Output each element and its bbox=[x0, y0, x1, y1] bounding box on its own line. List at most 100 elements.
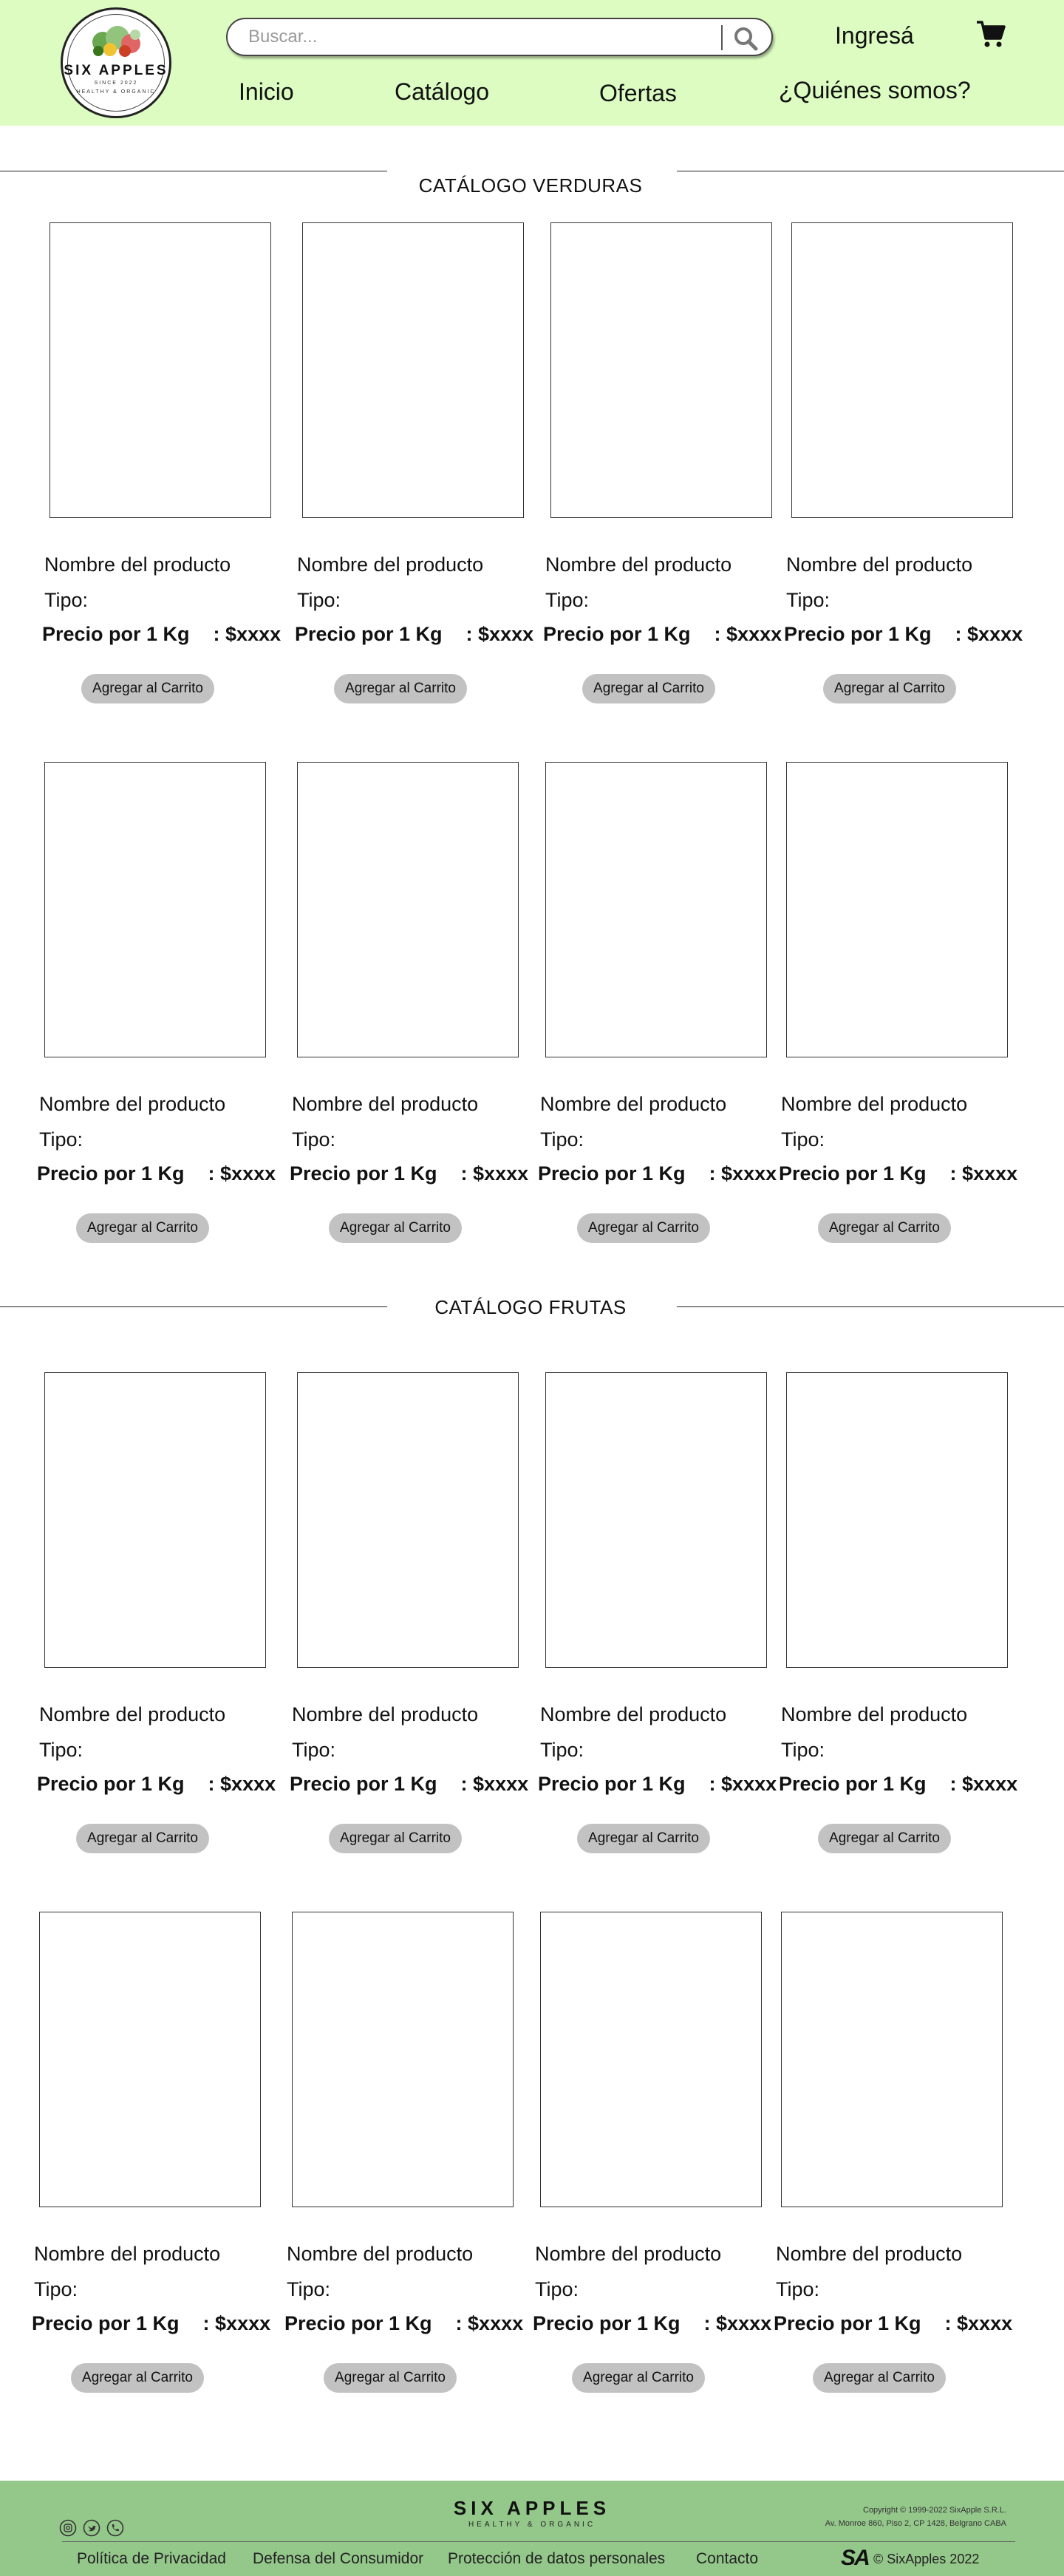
product-price: Precio por 1 Kg: $xxxx bbox=[295, 623, 533, 646]
product-name[interactable]: Nombre del producto bbox=[776, 2243, 962, 2266]
nav-inicio[interactable]: Inicio bbox=[239, 78, 294, 106]
product-price: Precio por 1 Kg: $xxxx bbox=[779, 1162, 1017, 1185]
product-name[interactable]: Nombre del producto bbox=[781, 1093, 967, 1116]
product-name[interactable]: Nombre del producto bbox=[786, 553, 972, 576]
product-name[interactable]: Nombre del producto bbox=[540, 1703, 726, 1726]
price-value: : $xxxx bbox=[460, 1162, 529, 1185]
product-price: Precio por 1 Kg: $xxxx bbox=[42, 623, 281, 646]
add-to-cart-button[interactable]: Agregar al Carrito bbox=[813, 2363, 946, 2393]
product-name[interactable]: Nombre del producto bbox=[297, 553, 483, 576]
product-type: Tipo: bbox=[34, 2278, 78, 2300]
product-image[interactable] bbox=[781, 1912, 1003, 2207]
product-name[interactable]: Nombre del producto bbox=[287, 2243, 473, 2266]
add-to-cart-button[interactable]: Agregar al Carrito bbox=[76, 1213, 209, 1243]
add-to-cart-button[interactable]: Agregar al Carrito bbox=[818, 1213, 951, 1243]
product-type: Tipo: bbox=[540, 1739, 584, 1761]
site-footer: SIX APPLES HEALTHY & ORGANIC Copyright ©… bbox=[0, 2481, 1064, 2576]
product-price: Precio por 1 Kg : $xxxx bbox=[32, 2312, 270, 2335]
product-type: Tipo: bbox=[292, 1128, 336, 1151]
add-to-cart-button[interactable]: Agregar al Carrito bbox=[577, 1213, 710, 1243]
product-image[interactable] bbox=[44, 1372, 266, 1668]
add-to-cart-button[interactable]: Agregar al Carrito bbox=[324, 2363, 457, 2393]
footer-link-privacidad[interactable]: Política de Privacidad bbox=[77, 2550, 226, 2568]
add-to-cart-button[interactable]: Agregar al Carrito bbox=[329, 1213, 462, 1243]
product-image[interactable] bbox=[791, 222, 1013, 518]
product-image[interactable] bbox=[545, 1372, 767, 1668]
product-name[interactable]: Nombre del producto bbox=[292, 1703, 478, 1726]
product-type: Tipo: bbox=[786, 589, 831, 611]
footer-link-contacto[interactable]: Contacto bbox=[696, 2550, 758, 2568]
product-image[interactable] bbox=[297, 762, 519, 1057]
product-image[interactable] bbox=[292, 1912, 514, 2207]
price-value: : $xxxx bbox=[709, 1162, 777, 1185]
product-image[interactable] bbox=[786, 762, 1008, 1057]
search-input[interactable] bbox=[248, 27, 721, 47]
product-name[interactable]: Nombre del producto bbox=[535, 2243, 721, 2266]
add-to-cart-button[interactable]: Agregar al Carrito bbox=[329, 1824, 462, 1853]
site-logo[interactable]: SIX APPLES SINCE 2022 HEALTHY & ORGANIC bbox=[61, 7, 171, 118]
product-type: Tipo: bbox=[776, 2278, 820, 2300]
product-image[interactable] bbox=[550, 222, 772, 518]
price-value: : $xxxx bbox=[202, 2312, 271, 2334]
product-name[interactable]: Nombre del producto bbox=[781, 1703, 967, 1726]
section-divider-right bbox=[677, 1306, 1064, 1307]
footer-link-proteccion[interactable]: Protección de datos personales bbox=[448, 2550, 665, 2568]
product-name[interactable]: Nombre del producto bbox=[39, 1703, 225, 1726]
nav-quienes-somos[interactable]: ¿Quiénes somos? bbox=[779, 77, 971, 104]
fruit-basket-icon bbox=[92, 26, 140, 57]
product-name[interactable]: Nombre del producto bbox=[540, 1093, 726, 1116]
footer-link-defensa[interactable]: Defensa del Consumidor bbox=[253, 2550, 423, 2568]
product-name[interactable]: Nombre del producto bbox=[292, 1093, 478, 1116]
product-image[interactable] bbox=[297, 1372, 519, 1668]
product-price: Precio por 1 Kg: $xxxx bbox=[774, 2312, 1012, 2335]
price-label: Precio por 1 Kg bbox=[290, 1773, 437, 1795]
product-price: Precio por 1 Kg: $xxxx bbox=[37, 1162, 276, 1185]
instagram-icon[interactable] bbox=[59, 2519, 77, 2537]
product-price: Precio por 1 Kg: $xxxx bbox=[284, 2312, 523, 2335]
product-name[interactable]: Nombre del producto bbox=[545, 553, 732, 576]
product-price: Precio por 1 Kg : $xxxx bbox=[784, 623, 1023, 646]
add-to-cart-button[interactable]: Agregar al Carrito bbox=[582, 674, 715, 703]
price-label: Precio por 1 Kg bbox=[538, 1773, 686, 1795]
price-label: Precio por 1 Kg bbox=[533, 2312, 681, 2334]
price-label: Precio por 1 Kg bbox=[295, 623, 443, 645]
price-value: : $xxxx bbox=[703, 2312, 772, 2334]
add-to-cart-button[interactable]: Agregar al Carrito bbox=[71, 2363, 204, 2393]
price-value: : $xxxx bbox=[949, 1162, 1018, 1185]
product-image[interactable] bbox=[545, 762, 767, 1057]
product-image[interactable] bbox=[44, 762, 266, 1057]
footer-copyright: Copyright © 1999-2022 SixApple S.R.L. bbox=[863, 2506, 1006, 2515]
add-to-cart-button[interactable]: Agregar al Carrito bbox=[334, 674, 467, 703]
price-value: : $xxxx bbox=[955, 623, 1023, 645]
product-image[interactable] bbox=[302, 222, 524, 518]
add-to-cart-button[interactable]: Agregar al Carrito bbox=[577, 1824, 710, 1853]
add-to-cart-button[interactable]: Agregar al Carrito bbox=[823, 674, 956, 703]
product-name[interactable]: Nombre del producto bbox=[34, 2243, 220, 2266]
add-to-cart-button[interactable]: Agregar al Carrito bbox=[572, 2363, 705, 2393]
product-name[interactable]: Nombre del producto bbox=[39, 1093, 225, 1116]
add-to-cart-button[interactable]: Agregar al Carrito bbox=[818, 1824, 951, 1853]
price-value: : $xxxx bbox=[460, 1773, 529, 1795]
product-image[interactable] bbox=[50, 222, 271, 518]
cart-icon[interactable] bbox=[975, 19, 1006, 49]
product-image[interactable] bbox=[540, 1912, 762, 2207]
nav-catalogo[interactable]: Catálogo bbox=[395, 78, 489, 106]
price-label: Precio por 1 Kg bbox=[784, 623, 932, 645]
footer-address: Av. Monroe 860, Piso 2, CP 1428, Belgran… bbox=[825, 2519, 1006, 2528]
product-price: Precio por 1 Kg : $xxxx bbox=[533, 2312, 771, 2335]
product-image[interactable] bbox=[786, 1372, 1008, 1668]
twitter-icon[interactable] bbox=[83, 2519, 100, 2537]
price-label: Precio por 1 Kg bbox=[543, 623, 691, 645]
search-icon[interactable] bbox=[732, 25, 761, 52]
login-link[interactable]: Ingresá bbox=[835, 22, 914, 50]
product-name[interactable]: Nombre del producto bbox=[44, 553, 231, 576]
nav-ofertas[interactable]: Ofertas bbox=[599, 80, 677, 107]
price-label: Precio por 1 Kg bbox=[32, 2312, 180, 2334]
product-price: Precio por 1 Kg: $xxxx bbox=[538, 1162, 777, 1185]
product-type: Tipo: bbox=[297, 589, 341, 611]
add-to-cart-button[interactable]: Agregar al Carrito bbox=[76, 1824, 209, 1853]
phone-icon[interactable] bbox=[106, 2519, 124, 2537]
product-image[interactable] bbox=[39, 1912, 261, 2207]
footer-logo-mark: SA bbox=[841, 2546, 870, 2570]
add-to-cart-button[interactable]: Agregar al Carrito bbox=[81, 674, 214, 703]
